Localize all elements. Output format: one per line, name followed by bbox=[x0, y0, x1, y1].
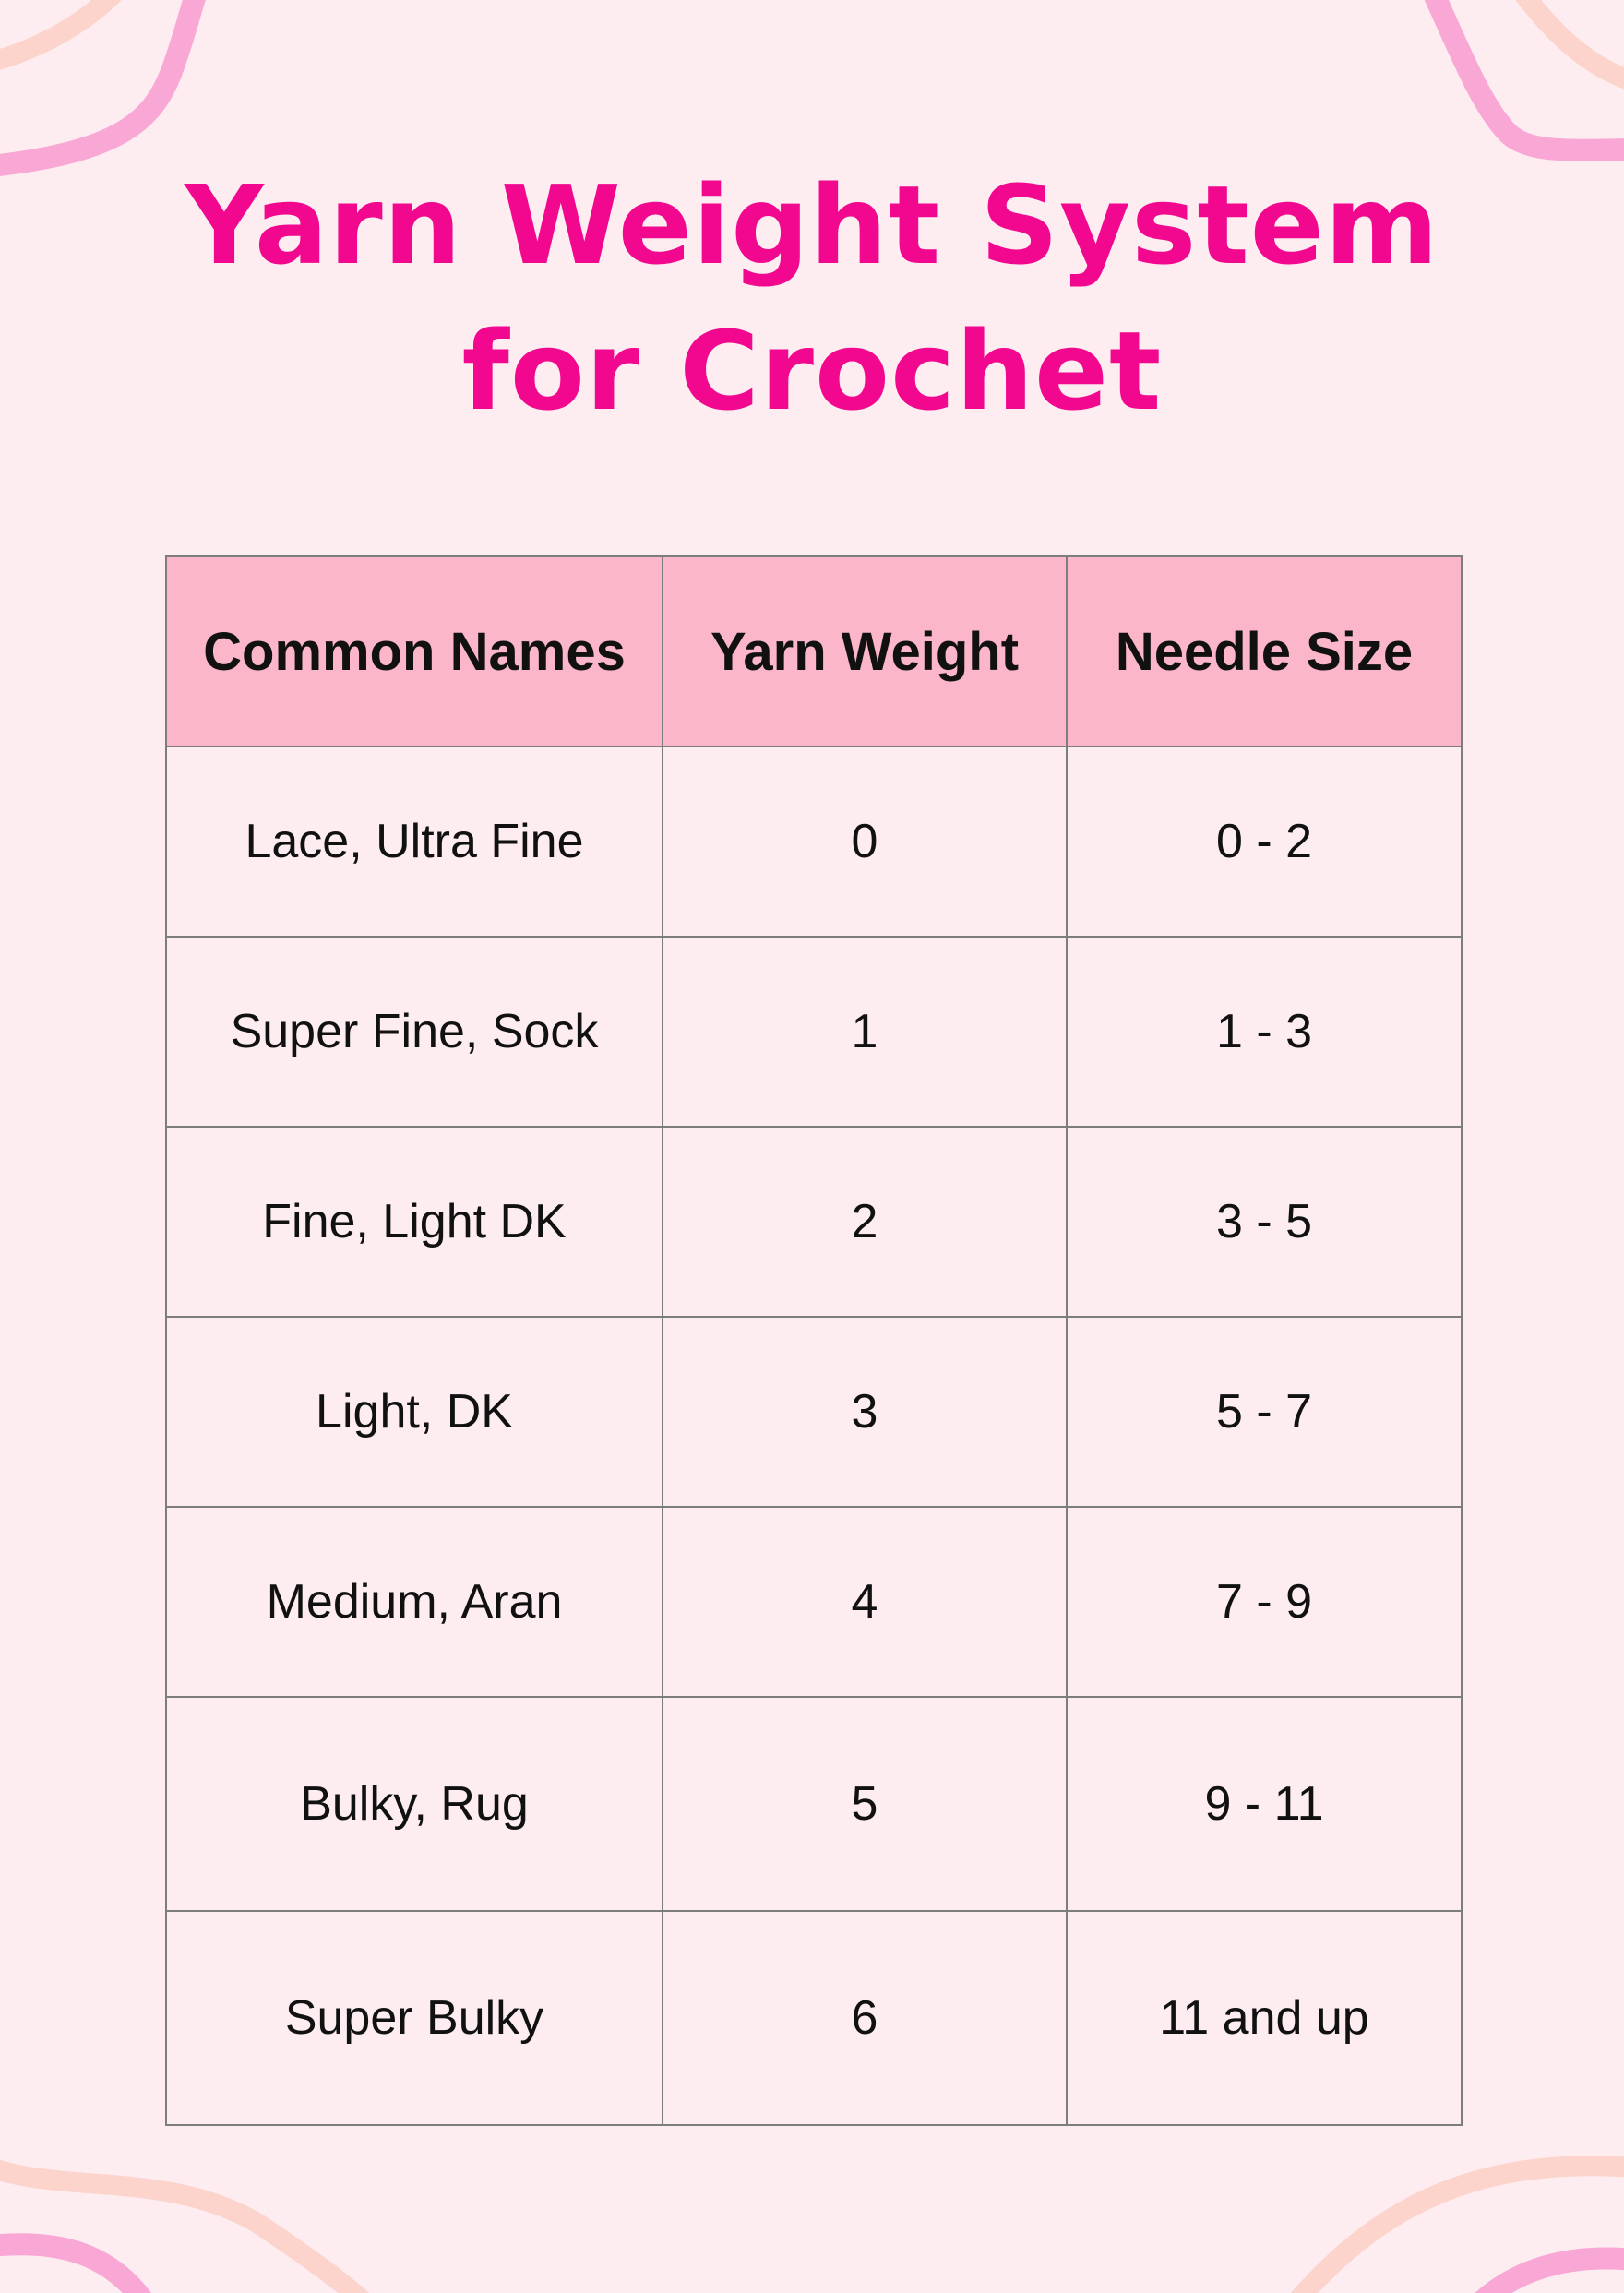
top-left-peach-swirl bbox=[0, 0, 122, 70]
cell-common-name: Super Fine, Sock bbox=[165, 936, 663, 1128]
cell-common-name: Light, DK bbox=[165, 1316, 663, 1508]
cell-common-name: Super Bulky bbox=[165, 1910, 663, 2126]
cell-common-name: Bulky, Rug bbox=[165, 1696, 663, 1912]
cell-yarn-weight: 0 bbox=[662, 746, 1068, 938]
top-right-peach-swirl bbox=[1515, 0, 1624, 90]
table-row: Super Fine, Sock 1 1 - 3 bbox=[165, 936, 1463, 1128]
title-line-2: for Crochet bbox=[461, 307, 1163, 435]
cell-common-name: Lace, Ultra Fine bbox=[165, 746, 663, 938]
cell-needle-size: 9 - 11 bbox=[1066, 1696, 1463, 1912]
bottom-right-pink-swirl bbox=[1475, 2247, 1624, 2293]
cell-yarn-weight: 3 bbox=[662, 1316, 1068, 1508]
page-title: Yarn Weight System for Crochet bbox=[0, 152, 1624, 444]
cell-yarn-weight: 1 bbox=[662, 936, 1068, 1128]
cell-common-name: Fine, Light DK bbox=[165, 1126, 663, 1318]
cell-yarn-weight: 6 bbox=[662, 1910, 1068, 2126]
header-yarn-weight: Yarn Weight bbox=[662, 555, 1068, 747]
table-row: Super Bulky 6 11 and up bbox=[165, 1910, 1463, 2126]
bottom-right-peach-swirl bbox=[1290, 2156, 1624, 2293]
cell-common-name: Medium, Aran bbox=[165, 1506, 663, 1698]
cell-needle-size: 3 - 5 bbox=[1066, 1126, 1463, 1318]
yarn-weight-table: Common Names Yarn Weight Needle Size Lac… bbox=[165, 555, 1463, 2126]
table-row: Lace, Ultra Fine 0 0 - 2 bbox=[165, 746, 1463, 938]
table-row: Medium, Aran 4 7 - 9 bbox=[165, 1506, 1463, 1698]
bottom-left-pink-swirl bbox=[0, 2233, 151, 2293]
cell-yarn-weight: 5 bbox=[662, 1696, 1068, 1912]
table-row: Bulky, Rug 5 9 - 11 bbox=[165, 1696, 1463, 1912]
header-common-names: Common Names bbox=[165, 555, 663, 747]
cell-needle-size: 1 - 3 bbox=[1066, 936, 1463, 1128]
cell-needle-size: 7 - 9 bbox=[1066, 1506, 1463, 1698]
bottom-left-peach-swirl bbox=[0, 2159, 370, 2293]
table-header-row: Common Names Yarn Weight Needle Size bbox=[165, 555, 1463, 747]
table-row: Fine, Light DK 2 3 - 5 bbox=[165, 1126, 1463, 1318]
cell-needle-size: 11 and up bbox=[1066, 1910, 1463, 2126]
header-needle-size: Needle Size bbox=[1066, 555, 1463, 747]
top-left-pink-swirl bbox=[0, 0, 206, 176]
cell-needle-size: 0 - 2 bbox=[1066, 746, 1463, 938]
cell-needle-size: 5 - 7 bbox=[1066, 1316, 1463, 1508]
cell-yarn-weight: 4 bbox=[662, 1506, 1068, 1698]
table-row: Light, DK 3 5 - 7 bbox=[165, 1316, 1463, 1508]
title-line-1: Yarn Weight System bbox=[185, 161, 1439, 289]
cell-yarn-weight: 2 bbox=[662, 1126, 1068, 1318]
